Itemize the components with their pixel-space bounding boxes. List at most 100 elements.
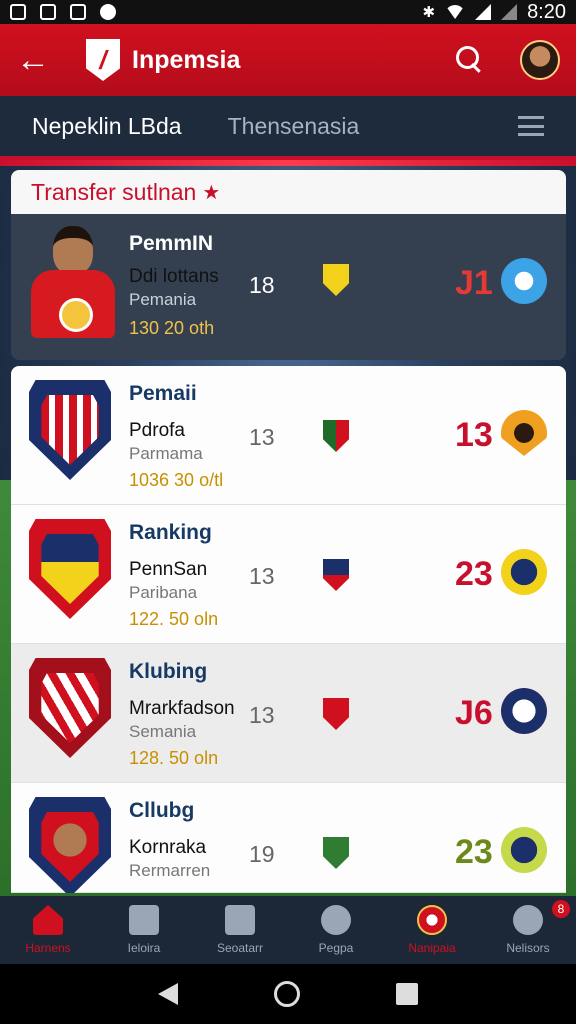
club-crest-icon: [29, 380, 111, 480]
nav-label: Nanipaia: [408, 941, 456, 955]
back-arrow-icon[interactable]: ←: [16, 43, 60, 77]
club-badge-icon: [323, 559, 349, 591]
player-number: 13: [249, 702, 275, 728]
player-score: J6: [455, 694, 493, 732]
team-icon: [417, 905, 447, 935]
player-price: 122. 50 oln: [129, 609, 219, 629]
app-title: Inpemsia: [132, 45, 241, 74]
tab-primary[interactable]: Nepeklin LBda: [32, 113, 182, 140]
player-sub: Parmama: [129, 444, 203, 463]
player-price: 128. 50 oln: [129, 748, 219, 768]
club-logo-icon: [501, 827, 547, 873]
player-number: 13: [249, 424, 275, 450]
notification-icon: [40, 4, 56, 20]
row-title: Ranking: [129, 521, 212, 544]
player-score: J1: [455, 264, 493, 302]
player-number: 13: [249, 563, 275, 589]
club-logo-icon: [501, 549, 547, 595]
star-icon: ★: [202, 181, 221, 204]
club-logo-icon: [501, 258, 547, 304]
status-bar: ✱ 8:20: [0, 0, 576, 24]
nav-item-messages[interactable]: 8 Nelisors: [480, 896, 576, 964]
notification-badge: 8: [552, 900, 570, 918]
player-price: 130 20 oth: [129, 318, 215, 338]
club-badge-icon: [323, 837, 349, 869]
home-icon: [33, 905, 63, 935]
player-number: 18: [249, 272, 275, 298]
logo-letter: /: [99, 44, 107, 75]
player-price: 1036 30 o/tl: [129, 470, 224, 490]
tab-secondary[interactable]: Thensenasia: [228, 113, 360, 140]
chat-icon: [513, 905, 543, 935]
club-logo-icon: [501, 688, 547, 734]
player-name: Kornraka: [129, 837, 207, 858]
nav-item-tools[interactable]: Ieloira: [96, 896, 192, 964]
player-list: Pemaii Pdrofa Parmama 1036 30 o/tl 13 13…: [11, 366, 566, 893]
nav-item-trophy[interactable]: Seoatarr: [192, 896, 288, 964]
app-bar: ← / Inpemsia: [0, 24, 576, 96]
player-score: 23: [455, 833, 493, 871]
bottom-navigation: Harnens Ieloira Seoatarr Pegpa Nanipaia …: [0, 896, 576, 964]
menu-icon[interactable]: [518, 116, 544, 136]
player-name: PennSan: [129, 559, 208, 580]
row-title: Klubing: [129, 660, 208, 683]
ball-icon: [321, 905, 351, 935]
system-home-icon[interactable]: [274, 981, 300, 1007]
club-badge-icon: [323, 264, 349, 296]
notification-icon: [70, 4, 86, 20]
player-score: 13: [455, 416, 493, 454]
notification-icon: [10, 4, 26, 20]
club-crest-icon: [29, 658, 111, 758]
avatar[interactable]: [520, 40, 560, 80]
player-score: 23: [455, 555, 493, 593]
featured-player-row[interactable]: PemmIN Ddi lottans Pemania 130 20 oth 18…: [11, 214, 566, 360]
player-name: Pdrofa: [129, 420, 185, 441]
row-title: Pemaii: [129, 382, 197, 405]
list-item[interactable]: Pemaii Pdrofa Parmama 1036 30 o/tl 13 13: [11, 366, 566, 505]
nav-item-team[interactable]: Nanipaia: [384, 896, 480, 964]
club-crest-icon: [29, 797, 111, 893]
row-title: PemmIN: [129, 232, 214, 255]
system-recents-icon[interactable]: [396, 983, 418, 1005]
trophy-icon: [225, 905, 255, 935]
list-item[interactable]: Klubing Mrarkfadson Semania 128. 50 oln …: [11, 644, 566, 783]
player-photo: [29, 226, 117, 346]
player-sub: Rermarren: [129, 861, 211, 880]
system-back-icon[interactable]: [158, 983, 178, 1005]
card-header: Transfer sutlnan ★: [11, 170, 566, 214]
club-logo-icon: [501, 410, 547, 456]
signal-icon: [501, 4, 518, 20]
player-name: Mrarkfadson: [129, 698, 235, 719]
hammer-icon: [129, 905, 159, 935]
wifi-icon: [445, 5, 466, 19]
club-crest-icon: [29, 519, 111, 619]
list-item[interactable]: Ranking PennSan Paribana 122. 50 oln 13 …: [11, 505, 566, 644]
nav-label: Pegpa: [318, 941, 354, 955]
transfer-card: Transfer sutlnan ★ PemmIN Ddi lottans Pe…: [11, 170, 566, 360]
player-sub: Semania: [129, 722, 197, 741]
notification-icon: [100, 4, 116, 20]
app-logo: /: [86, 39, 120, 81]
nav-label: Ieloira: [127, 941, 161, 955]
accent-line: [0, 160, 576, 166]
search-icon[interactable]: [456, 46, 484, 74]
club-badge-icon: [323, 698, 349, 730]
clock: 8:20: [527, 0, 566, 23]
player-name: Ddi lottans: [129, 266, 219, 287]
nav-item-ball[interactable]: Pegpa: [288, 896, 384, 964]
nav-label: Nelisors: [506, 941, 550, 955]
list-item[interactable]: Cllubg Kornraka Rermarren 19 23: [11, 783, 566, 893]
nav-label: Harnens: [25, 941, 71, 955]
nav-label: Seoatarr: [216, 941, 264, 955]
row-title: Cllubg: [129, 799, 195, 822]
nav-item-home[interactable]: Harnens: [0, 896, 96, 964]
player-sub: Paribana: [129, 583, 198, 602]
bluetooth-icon: ✱: [422, 4, 436, 21]
club-badge-icon: [323, 420, 349, 452]
player-sub: Pemania: [129, 290, 197, 309]
card-header-title: Transfer sutlnan: [31, 178, 197, 205]
signal-icon: [475, 4, 492, 20]
system-navigation-bar: [0, 964, 576, 1024]
tab-bar: Nepeklin LBda Thensenasia: [0, 96, 576, 160]
player-number: 19: [249, 841, 275, 867]
